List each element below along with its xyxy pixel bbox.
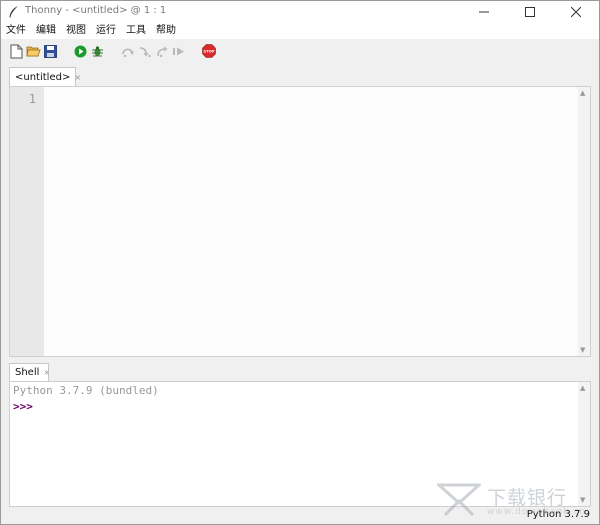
floppy-disk-icon	[44, 44, 57, 58]
close-button[interactable]	[553, 1, 599, 23]
step-out-icon	[155, 45, 169, 58]
line-number-gutter: 1	[10, 87, 44, 356]
scroll-down-icon[interactable]: ▼	[580, 496, 585, 504]
close-icon	[571, 7, 581, 17]
shell-prompt: >>>	[13, 400, 33, 413]
editor-tab-label: <untitled>	[15, 71, 71, 83]
minimize-icon	[479, 7, 489, 17]
feather-icon	[7, 5, 21, 19]
resume-button[interactable]	[170, 43, 187, 60]
run-button[interactable]	[72, 43, 89, 60]
maximize-icon	[525, 7, 535, 17]
shell-text-area[interactable]: Python 3.7.9 (bundled) >>>	[10, 382, 578, 506]
save-file-button[interactable]	[42, 43, 59, 60]
menu-view[interactable]: 视图	[61, 23, 91, 39]
scroll-up-icon[interactable]: ▲	[580, 384, 585, 392]
app-window: Thonny - <untitled> @ 1 : 1 文件 编辑 视图 运行	[0, 0, 600, 525]
debug-button[interactable]	[89, 43, 106, 60]
menu-edit[interactable]: 编辑	[31, 23, 61, 39]
menu-help[interactable]: 帮助	[151, 23, 181, 39]
stop-icon: STOP	[201, 44, 216, 58]
shell-banner: Python 3.7.9 (bundled)	[13, 384, 159, 397]
editor-vertical-scrollbar[interactable]: ▲ ▼	[578, 87, 590, 356]
new-file-icon	[10, 44, 23, 59]
line-number: 1	[28, 92, 36, 106]
stop-icon-label: STOP	[203, 49, 215, 54]
menu-file[interactable]: 文件	[1, 23, 31, 39]
step-over-icon	[121, 45, 135, 58]
shell-tab-label: Shell	[15, 367, 40, 378]
menu-bar: 文件 编辑 视图 运行 工具 帮助	[1, 23, 599, 39]
stop-button[interactable]: STOP	[200, 43, 217, 60]
shell-tab-close-icon[interactable]: ×	[43, 368, 50, 377]
menu-run[interactable]: 运行	[91, 23, 121, 39]
step-into-icon	[138, 45, 152, 58]
step-over-button[interactable]	[119, 43, 136, 60]
folder-open-icon	[26, 45, 41, 58]
step-into-button[interactable]	[136, 43, 153, 60]
run-icon	[74, 45, 87, 58]
open-file-button[interactable]	[25, 43, 42, 60]
new-file-button[interactable]	[8, 43, 25, 60]
window-title: Thonny - <untitled> @ 1 : 1	[25, 5, 167, 16]
toolbar: STOP	[1, 40, 599, 62]
maximize-button[interactable]	[507, 1, 553, 23]
minimize-button[interactable]	[461, 1, 507, 23]
shell-vertical-scrollbar[interactable]: ▲ ▼	[578, 382, 590, 506]
menu-tools[interactable]: 工具	[121, 23, 151, 39]
tab-shell[interactable]: Shell ×	[9, 363, 50, 381]
resume-icon	[172, 45, 186, 58]
bug-icon	[91, 45, 104, 58]
tab-editor-untitled[interactable]: <untitled> ×	[9, 67, 81, 86]
code-editor: 1 ▲ ▼	[9, 86, 591, 357]
editor-text-area[interactable]	[44, 87, 578, 356]
scroll-down-icon[interactable]: ▼	[580, 346, 585, 354]
interpreter-status[interactable]: Python 3.7.9	[527, 509, 590, 520]
editor-tab-close-icon[interactable]: ×	[74, 73, 81, 82]
shell-panel: Python 3.7.9 (bundled) >>> ▲ ▼	[9, 381, 591, 507]
step-out-button[interactable]	[153, 43, 170, 60]
title-bar[interactable]: Thonny - <untitled> @ 1 : 1	[1, 1, 599, 23]
scroll-up-icon[interactable]: ▲	[580, 89, 585, 97]
